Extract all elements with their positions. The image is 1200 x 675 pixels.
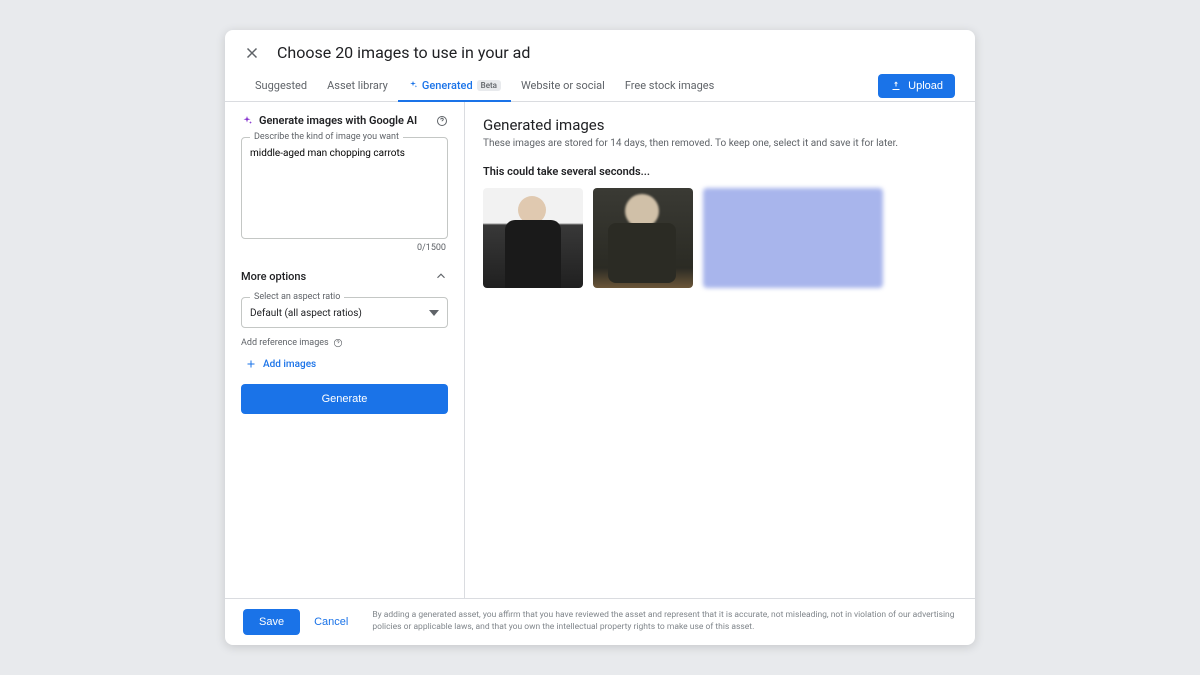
aspect-ratio-select[interactable]: Default (all aspect ratios) [242, 298, 447, 327]
cancel-button[interactable]: Cancel [314, 616, 348, 628]
reference-images-label: Add reference images [241, 338, 448, 348]
chevron-up-icon [434, 269, 448, 283]
more-options-label: More options [241, 270, 306, 283]
prompt-label: Describe the kind of image you want [250, 132, 403, 142]
generated-image-thumbnail[interactable] [593, 188, 693, 288]
modal-title: Choose 20 images to use in your ad [277, 43, 530, 62]
tab-suggested[interactable]: Suggested [245, 70, 317, 102]
modal-footer: Save Cancel By adding a generated asset,… [225, 598, 975, 645]
plus-icon [245, 358, 257, 370]
modal-header: Choose 20 images to use in your ad [225, 30, 975, 70]
upload-button[interactable]: Upload [878, 74, 955, 98]
results-title: Generated images [483, 116, 957, 134]
modal-body: Generate images with Google AI Describe … [225, 102, 975, 598]
save-button[interactable]: Save [243, 609, 300, 635]
generate-button[interactable]: Generate [241, 384, 448, 414]
aspect-ratio-label: Select an aspect ratio [250, 292, 344, 302]
tab-generated-label: Generated [422, 79, 473, 92]
help-icon[interactable] [436, 115, 448, 127]
generate-panel: Generate images with Google AI Describe … [225, 102, 465, 598]
ai-header: Generate images with Google AI [241, 114, 448, 127]
upload-label: Upload [908, 80, 943, 92]
generated-image-placeholder [703, 188, 883, 288]
aspect-ratio-field: Select an aspect ratio Default (all aspe… [241, 297, 448, 328]
prompt-input[interactable] [242, 138, 447, 234]
results-panel: Generated images These images are stored… [465, 102, 975, 598]
add-images-label: Add images [263, 359, 316, 370]
prompt-field: Describe the kind of image you want [241, 137, 448, 239]
image-picker-modal: Choose 20 images to use in your ad Sugge… [225, 30, 975, 645]
tab-generated[interactable]: Generated Beta [398, 70, 511, 102]
tab-bar: Suggested Asset library Generated Beta W… [225, 70, 975, 102]
tab-asset-library[interactable]: Asset library [317, 70, 398, 102]
results-subtitle: These images are stored for 14 days, the… [483, 138, 957, 149]
ai-title: Generate images with Google AI [259, 114, 430, 127]
generated-image-thumbnail[interactable] [483, 188, 583, 288]
upload-icon [890, 80, 902, 92]
tab-free-stock[interactable]: Free stock images [615, 70, 724, 102]
disclaimer-text: By adding a generated asset, you affirm … [372, 610, 957, 634]
more-options-toggle[interactable]: More options [241, 261, 448, 291]
generated-images-row [483, 188, 957, 288]
beta-badge: Beta [477, 80, 501, 91]
sparkle-icon [408, 80, 418, 90]
close-icon[interactable] [243, 44, 261, 62]
add-reference-images-button[interactable]: Add images [241, 354, 448, 384]
loading-text: This could take several seconds... [483, 165, 957, 178]
char-count: 0/1500 [241, 241, 448, 261]
tab-website-social[interactable]: Website or social [511, 70, 615, 102]
sparkle-icon [241, 115, 253, 127]
help-icon[interactable] [333, 338, 343, 348]
